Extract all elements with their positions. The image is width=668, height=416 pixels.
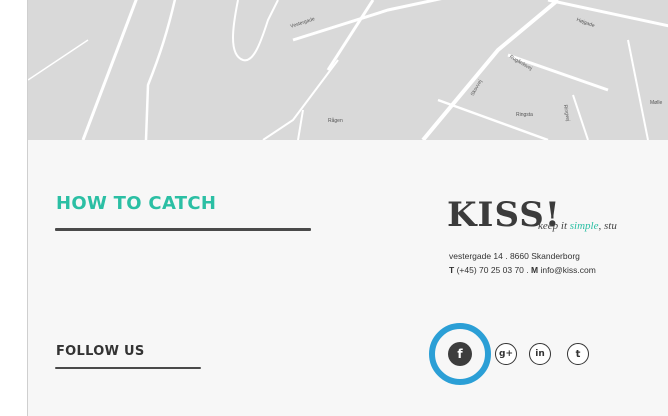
phone-number[interactable]: (+45) 70 25 03 70 . [454,265,531,275]
tagline-accent: simple [569,220,599,232]
tagline-suffix: , stu [598,220,617,232]
page-card: Vestergade Rågen Rugårdsvej Højgade Ring… [27,0,668,416]
email-link[interactable]: info@kiss.com [538,265,595,275]
map-roads [28,0,668,140]
address-line: vestergade 14 . 8660 Skanderborg [449,251,580,261]
tagline-prefix: keep it [538,220,570,232]
google-plus-icon[interactable]: g+ [495,343,517,365]
twitter-icon[interactable]: t [567,343,589,365]
how-to-catch-title: HOW TO CATCH [56,193,217,214]
follow-us-title: FOLLOW US [56,344,145,359]
map-label: Rågen [328,118,343,124]
follow-us-underline [55,367,201,369]
facebook-icon[interactable]: f [448,342,472,366]
tagline: keep it simple, stu [538,220,617,232]
contact-line: T (+45) 70 25 03 70 . M info@kiss.com [449,265,596,275]
map[interactable]: Vestergade Rågen Rugårdsvej Højgade Ring… [28,0,668,140]
map-label: Ringsta [516,112,533,118]
how-to-catch-underline [55,228,311,231]
linkedin-icon[interactable]: in [529,343,551,365]
map-label: Mølle [650,100,663,106]
